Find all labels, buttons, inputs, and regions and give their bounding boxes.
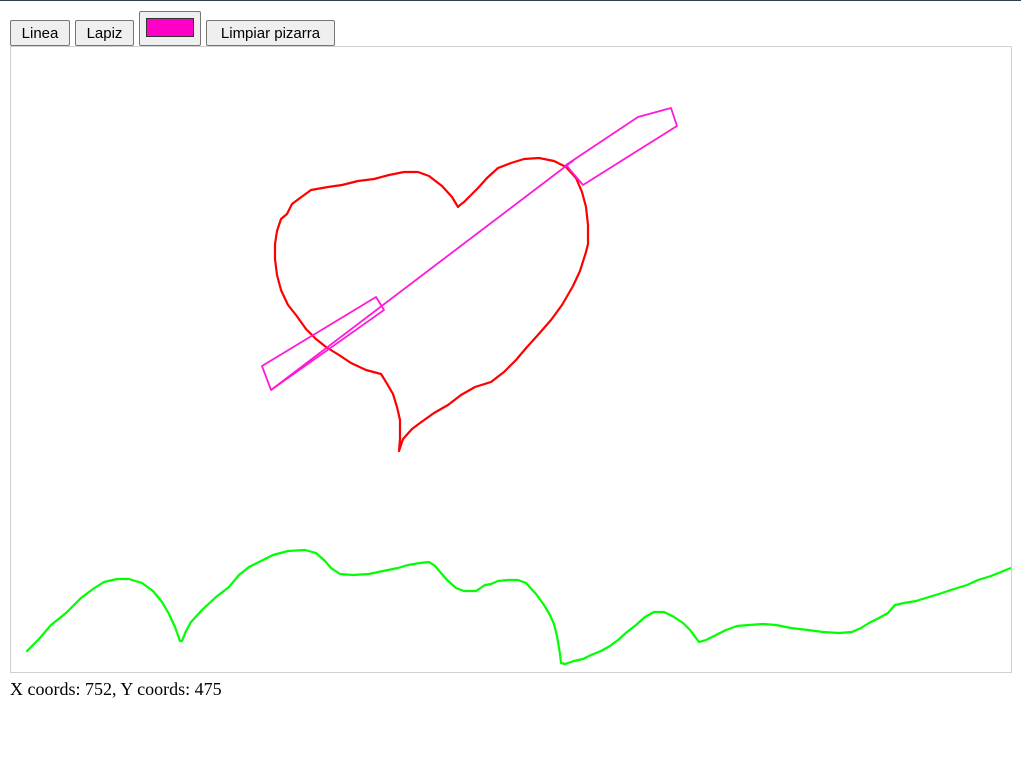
heart-stroke xyxy=(273,156,590,453)
window-top-border xyxy=(0,0,1021,1)
wave-stroke xyxy=(25,548,1011,666)
y-coords-label: Y coords: xyxy=(120,679,195,699)
drawing-surface xyxy=(25,107,1011,666)
pencil-tool-button[interactable]: Lapiz xyxy=(75,20,134,46)
arrow-stroke xyxy=(261,107,678,391)
line-tool-button[interactable]: Linea xyxy=(10,20,70,46)
clear-board-button[interactable]: Limpiar pizarra xyxy=(206,20,335,46)
x-coords-value: 752 xyxy=(85,679,112,699)
coordinates-readout: X coords: 752, Y coords: 475 xyxy=(10,679,222,700)
drawing-canvas[interactable] xyxy=(10,46,1012,673)
selected-color-swatch xyxy=(146,18,194,37)
drawing-toolbar: Linea Lapiz Limpiar pizarra xyxy=(10,11,335,46)
y-coords-value: 475 xyxy=(194,679,222,699)
x-coords-label: X coords: xyxy=(10,679,85,699)
color-picker[interactable] xyxy=(139,11,201,46)
